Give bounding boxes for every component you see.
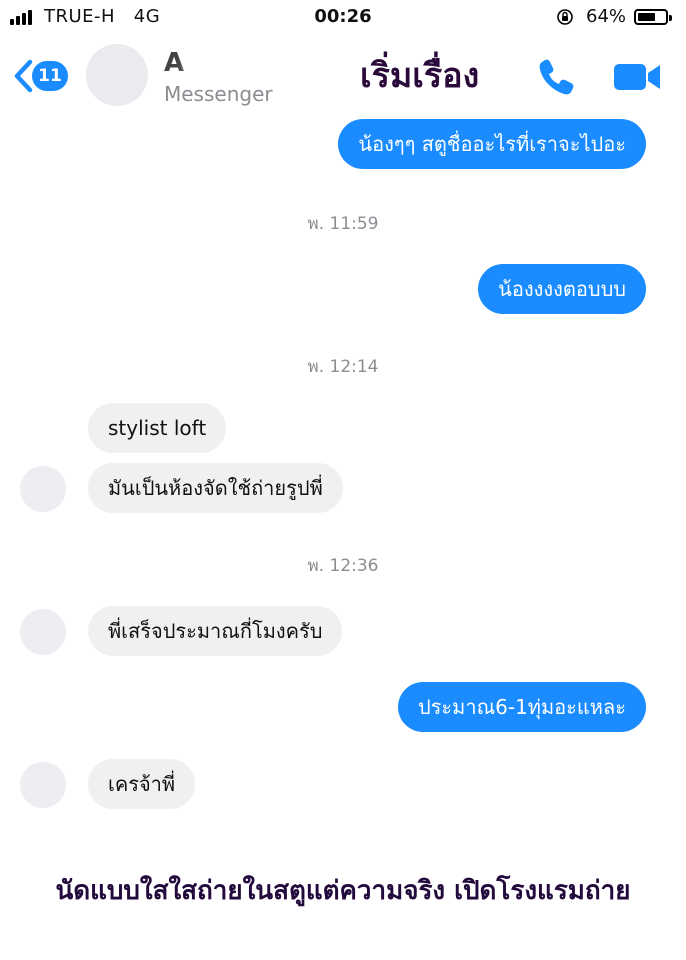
outgoing-message[interactable]: น้องงงงตอบบบ	[478, 264, 646, 314]
phone-call-icon[interactable]	[536, 56, 576, 96]
overlay-title: เริ่มเรื่อง	[360, 56, 480, 96]
outgoing-message[interactable]: ประมาณ6-1ทุ่มอะแหละ	[397, 682, 646, 732]
outgoing-message[interactable]: น้องๆๆ สตูชื่ออะไรที่เราจะไปอะ	[338, 119, 646, 169]
unread-count-badge: 11	[32, 61, 68, 91]
incoming-message[interactable]: stylist loft	[88, 403, 227, 453]
incoming-message[interactable]: มันเป็นห้องจัดใช้ถ่ายรูปพี่	[88, 463, 343, 513]
incoming-message[interactable]: เครจ้าพี่	[88, 759, 196, 809]
sender-avatar[interactable]	[20, 762, 66, 808]
message-timestamp: พ. 12:36	[307, 556, 379, 576]
caption-text: นัดแบบใสใสถ่ายในสตูแต่ความจริง เปิดโรงแร…	[55, 876, 631, 906]
name-redaction	[186, 50, 226, 78]
contact-avatar[interactable]	[86, 44, 148, 106]
contact-name[interactable]: A	[164, 48, 184, 78]
back-button[interactable]: 11	[10, 56, 76, 96]
status-time: 00:26	[314, 6, 372, 27]
contact-subtitle: Messenger	[164, 82, 273, 106]
incoming-message[interactable]: พี่เสร็จประมาณกี่โมงครับ	[88, 606, 343, 656]
sender-avatar[interactable]	[20, 466, 66, 512]
battery-percent: 64%	[586, 6, 627, 27]
sender-avatar[interactable]	[20, 609, 66, 655]
battery-icon	[634, 9, 672, 25]
message-timestamp: พ. 12:14	[307, 357, 379, 377]
video-call-icon[interactable]	[612, 60, 662, 94]
message-timestamp: พ. 11:59	[307, 214, 379, 234]
battery-fill	[638, 13, 655, 21]
rotation-lock-icon	[557, 9, 573, 25]
status-bar: TRUE-H 4G 00:26 64%	[0, 0, 686, 36]
